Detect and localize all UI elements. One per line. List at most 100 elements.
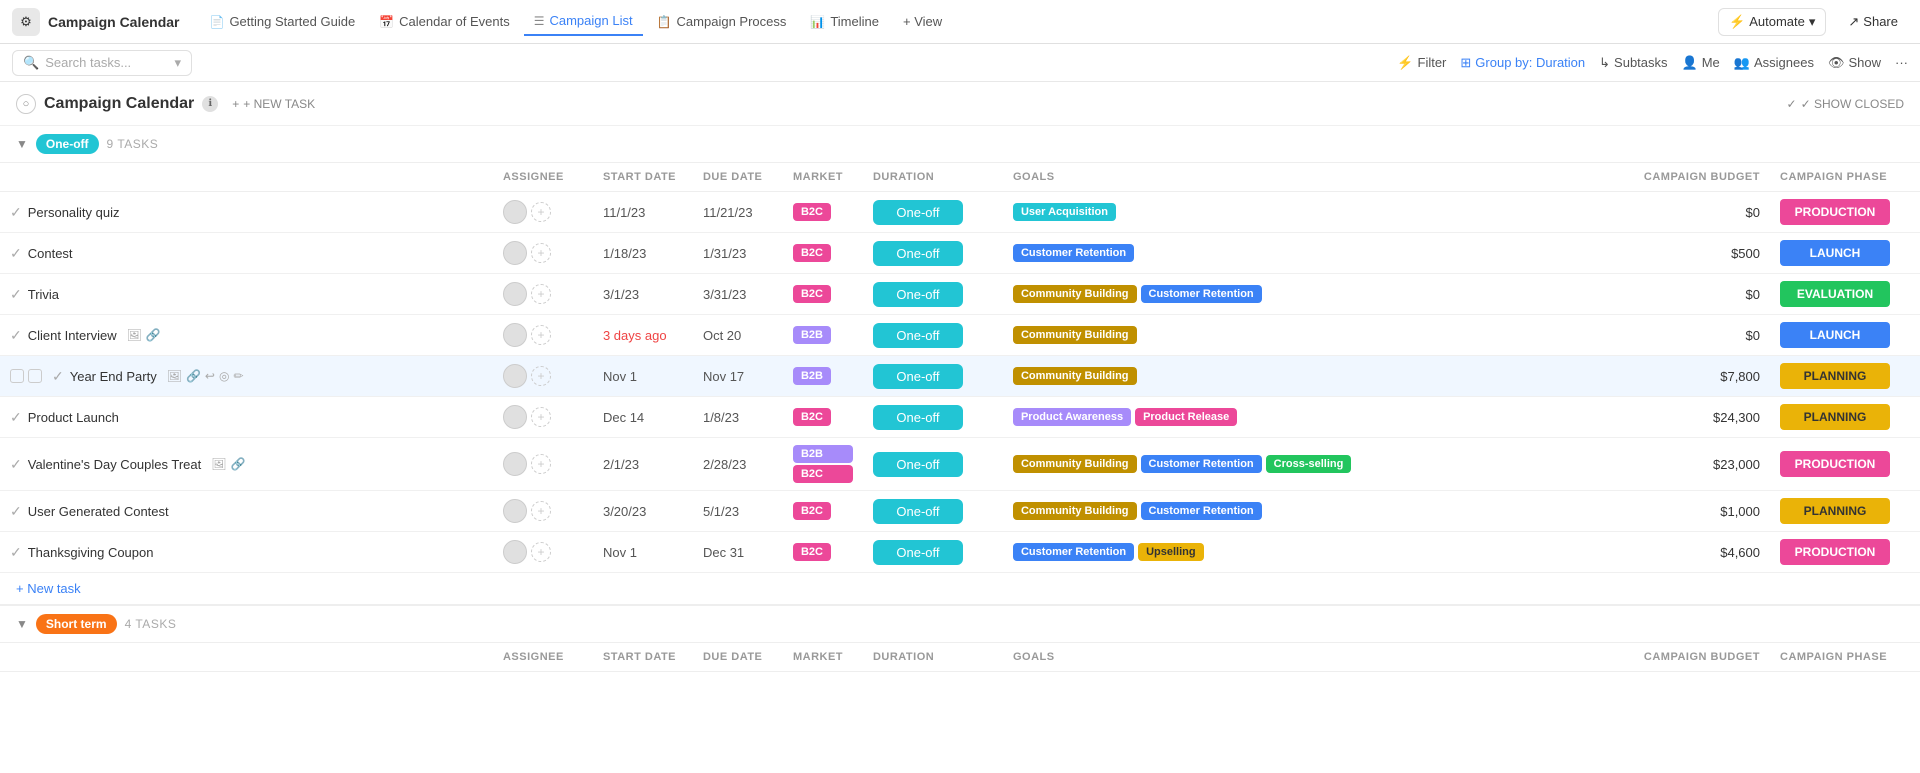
task-name: Trivia (28, 287, 59, 302)
add-assignee-button[interactable]: + (531, 202, 551, 222)
info-icon[interactable]: ℹ (202, 96, 218, 112)
tab-campaign-list[interactable]: ☰ Campaign List (524, 7, 643, 36)
add-assignee-button[interactable]: + (531, 243, 551, 263)
goal-badge: Cross-selling (1266, 455, 1352, 473)
duration-badge: One-off (873, 241, 963, 266)
start-date: Nov 1 (593, 532, 693, 573)
search-box[interactable]: 🔍 Search tasks... ▾ (12, 50, 192, 76)
subtasks-button[interactable]: ↳ Subtasks (1599, 55, 1667, 71)
add-assignee-button[interactable]: + (531, 501, 551, 521)
toolbar-actions: ⚡ Filter ⊞ Group by: Duration ↳ Subtasks… (1397, 55, 1908, 71)
avatar (503, 241, 527, 265)
market-badge: B2C (793, 543, 831, 561)
goal-badge: Product Release (1135, 408, 1237, 426)
group-task-count-2: 4 TASKS (125, 617, 177, 631)
phase-cell: PRODUCTION (1770, 438, 1920, 491)
assignee-cell: + (493, 192, 593, 233)
task-row: ✓ Valentine's Day Couples Treat 🖼 🔗 + 2 (0, 438, 1920, 491)
add-assignee-button[interactable]: + (531, 325, 551, 345)
filter-button[interactable]: ⚡ Filter (1397, 55, 1446, 71)
new-task-row[interactable]: + New task (0, 573, 1920, 606)
phase-badge: PRODUCTION (1780, 199, 1890, 225)
check-icon[interactable]: ✓ (10, 456, 22, 473)
duration-cell: One-off (863, 532, 1003, 573)
collapse-group-icon-2[interactable]: ▼ (16, 617, 28, 631)
circle-icon: ◎ (219, 369, 229, 383)
goal-badge: Customer Retention (1013, 244, 1134, 262)
avatar (503, 323, 527, 347)
new-task-button[interactable]: + + NEW TASK (226, 94, 321, 114)
assignees-button[interactable]: 👥 Assignees (1734, 55, 1814, 71)
check-icon[interactable]: ✓ (52, 368, 64, 385)
start-date: Nov 1 (593, 356, 693, 397)
tab-calendar-events[interactable]: 📅 Calendar of Events (369, 8, 520, 35)
market-badge: B2B (793, 326, 831, 344)
person-icon: 👤 (1682, 55, 1698, 71)
show-button[interactable]: 👁 Show (1828, 55, 1881, 71)
phase-badge: LAUNCH (1780, 322, 1890, 348)
check-icon[interactable]: ✓ (10, 204, 22, 221)
more-options-button[interactable]: ··· (1895, 55, 1908, 70)
group-one-off-header: ▼ One-off 9 TASKS (0, 126, 1920, 163)
duration-cell: One-off (863, 315, 1003, 356)
task-name: Product Launch (28, 410, 119, 425)
checkbox[interactable] (10, 369, 24, 383)
task-table: ▼ One-off 9 TASKS ASSIGNEE START DATE DU… (0, 126, 1920, 672)
goal-badge: Community Building (1013, 455, 1137, 473)
market-badge: B2B (793, 367, 831, 385)
market-badge: B2C (793, 502, 831, 520)
check-icon[interactable]: ✓ (10, 286, 22, 303)
check-icon[interactable]: ✓ (10, 544, 22, 561)
automate-button[interactable]: ⚡ Automate ▾ (1718, 8, 1826, 36)
check-icon[interactable]: ✓ (10, 409, 22, 426)
add-assignee-button[interactable]: + (531, 454, 551, 474)
chevron-down-icon: ▾ (174, 55, 181, 71)
duration-badge: One-off (873, 499, 963, 524)
assignee-cell: + (493, 491, 593, 532)
goal-badge: Community Building (1013, 326, 1137, 344)
top-nav: ⚙ Campaign Calendar 📄 Getting Started Gu… (0, 0, 1920, 44)
start-date: 3/20/23 (593, 491, 693, 532)
task-name: Contest (28, 246, 73, 261)
th-task (0, 163, 493, 192)
nav-right: ⚡ Automate ▾ ↗ Share (1718, 8, 1908, 36)
add-assignee-button[interactable]: + (531, 284, 551, 304)
market-cell: B2B B2C (783, 438, 863, 491)
check-icon[interactable]: ✓ (10, 245, 22, 262)
tab-timeline[interactable]: 📊 Timeline (800, 8, 889, 35)
add-assignee-button[interactable]: + (531, 407, 551, 427)
check-icon[interactable]: ✓ (10, 327, 22, 344)
add-assignee-button[interactable]: + (531, 542, 551, 562)
new-task-label[interactable]: + New task (0, 573, 1920, 606)
phase-cell: PLANNING (1770, 397, 1920, 438)
market-badge: B2C (793, 408, 831, 426)
collapse-group-icon[interactable]: ▼ (16, 137, 28, 151)
me-button[interactable]: 👤 Me (1682, 55, 1720, 71)
collapse-button[interactable]: ○ (16, 94, 36, 114)
group-badge-one-off[interactable]: One-off (36, 134, 99, 154)
start-date: Dec 14 (593, 397, 693, 438)
th-campaign-budget-2: CAMPAIGN BUDGET (1634, 643, 1770, 672)
tab-campaign-process[interactable]: 📋 Campaign Process (647, 8, 797, 35)
add-assignee-button[interactable]: + (531, 366, 551, 386)
market-cell: B2C (783, 192, 863, 233)
avatar (503, 200, 527, 224)
duration-cell: One-off (863, 356, 1003, 397)
task-row: ✓ Thanksgiving Coupon + Nov 1 Dec 31 B2C… (0, 532, 1920, 573)
show-closed-button[interactable]: ✓ ✓ SHOW CLOSED (1787, 97, 1904, 111)
plus-icon: + (232, 97, 239, 111)
group-by-button[interactable]: ⊞ Group by: Duration (1460, 55, 1585, 71)
start-date: 11/1/23 (593, 192, 693, 233)
share-button[interactable]: ↗ Share (1838, 9, 1908, 35)
avatar (503, 540, 527, 564)
assignee-cell: + (493, 274, 593, 315)
market-badge-b2c: B2C (793, 465, 853, 483)
tab-view-add[interactable]: + View (893, 8, 952, 35)
duration-cell: One-off (863, 233, 1003, 274)
tab-getting-started[interactable]: 📄 Getting Started Guide (199, 8, 365, 35)
link-icon: 🔗 (146, 328, 161, 342)
checkbox-2[interactable] (28, 369, 42, 383)
group-badge-short-term[interactable]: Short term (36, 614, 117, 634)
page-title: Campaign Calendar (44, 95, 194, 113)
check-icon[interactable]: ✓ (10, 503, 22, 520)
